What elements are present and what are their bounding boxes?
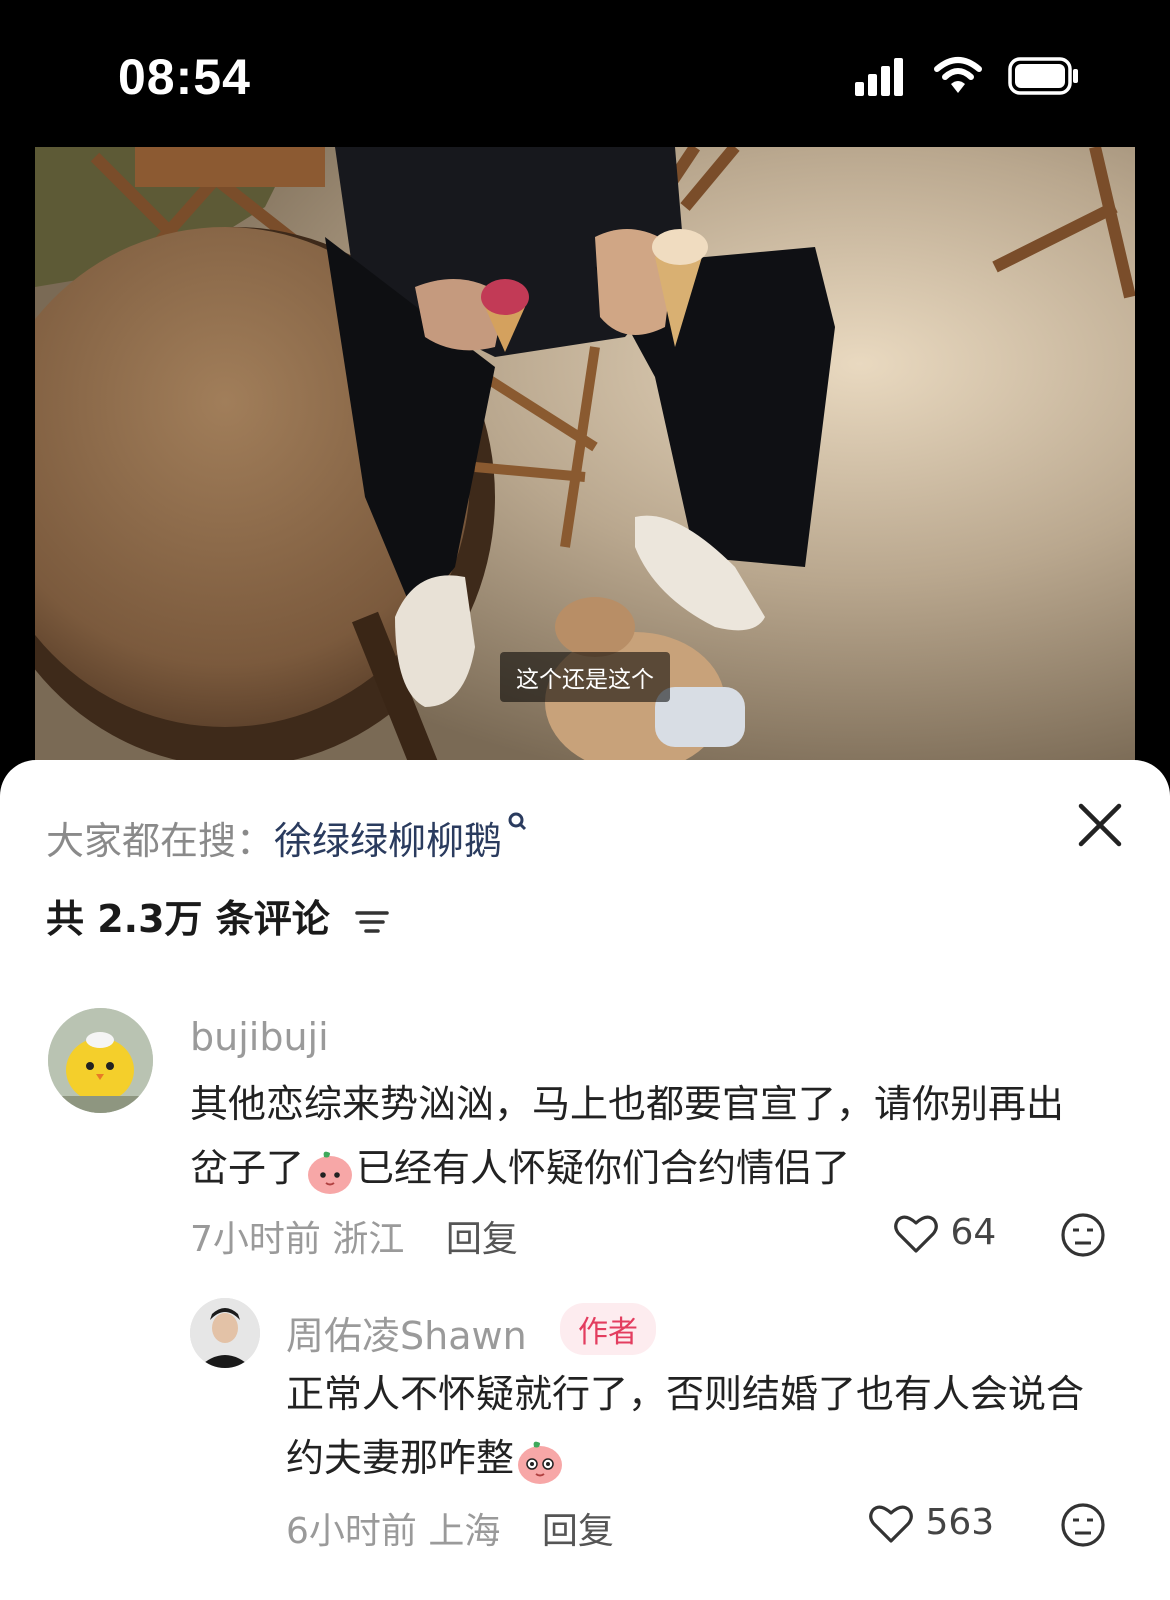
author-badge: 作者 [560, 1303, 656, 1355]
comment-count-row: 共 2.3万 条评论 [46, 888, 389, 943]
heart-outline-icon [869, 1505, 913, 1543]
comment-meta: 7小时前 浙江 回复 [190, 1210, 518, 1262]
comment-text: 其他恋综来势汹汹，马上也都要官宣了，请你别再出岔子了 已经有人怀疑你们合约情侣了 [190, 1072, 1090, 1200]
trending-search-term[interactable]: 徐绿绿柳柳鹅 [274, 819, 502, 863]
reply-location: 上海 [428, 1511, 501, 1552]
cellular-signal-icon [855, 58, 903, 96]
wifi-icon [934, 57, 982, 93]
like-count: 64 [950, 1212, 997, 1253]
video-player[interactable]: 这个还是这个 [35, 147, 1135, 767]
comments-panel: 大家都在搜：徐绿绿柳柳鹅 共 2.3万 条评论 bujibuji 其他恋综来势汹… [0, 760, 1170, 1600]
reply-text-part1: 正常人不怀疑就行了，否则结婚了也有人会说合约夫妻那咋整 [286, 1372, 1085, 1480]
search-icon [508, 812, 527, 831]
like-count: 563 [925, 1502, 995, 1543]
reply-text: 正常人不怀疑就行了，否则结婚了也有人会说合约夫妻那咋整 [286, 1362, 1106, 1490]
heart-outline-icon [894, 1215, 938, 1253]
author-avatar-image [190, 1298, 260, 1368]
reply-meta: 6小时前 上海 回复 [286, 1502, 614, 1554]
avatar[interactable] [190, 1298, 260, 1368]
peach-face-emoji [308, 1151, 353, 1194]
like-button[interactable]: 563 [868, 1502, 994, 1545]
reply-button[interactable]: 回复 [446, 1219, 518, 1260]
like-button[interactable]: 64 [893, 1212, 996, 1255]
comment-text-part2: 已经有人怀疑你们合约情侣了 [356, 1146, 851, 1190]
meh-face-icon[interactable] [1060, 1502, 1106, 1548]
video-subtitle: 这个还是这个 [500, 652, 670, 702]
comment-count: 共 2.3万 条评论 [46, 897, 330, 941]
status-bar: 08:54 [0, 0, 1170, 150]
avatar[interactable] [48, 1008, 153, 1113]
trending-search-prefix: 大家都在搜： [46, 819, 275, 863]
close-icon[interactable] [1075, 800, 1125, 850]
peach-face-emoji [518, 1441, 563, 1484]
filter-lines-icon[interactable] [355, 907, 389, 937]
status-time: 08:54 [118, 49, 251, 105]
reply-username[interactable]: 周佑凌Shawn [286, 1305, 527, 1360]
comment-location: 浙江 [332, 1219, 405, 1260]
reply-time: 6小时前 [286, 1511, 417, 1552]
yellow-chick-avatar-image [48, 1008, 153, 1113]
reply-button[interactable]: 回复 [542, 1511, 614, 1552]
meh-face-icon[interactable] [1060, 1212, 1106, 1258]
battery-icon [1008, 57, 1078, 95]
comment-username[interactable]: bujibuji [190, 1015, 329, 1059]
trending-search-row[interactable]: 大家都在搜：徐绿绿柳柳鹅 [46, 810, 528, 865]
comment-time: 7小时前 [190, 1219, 321, 1260]
